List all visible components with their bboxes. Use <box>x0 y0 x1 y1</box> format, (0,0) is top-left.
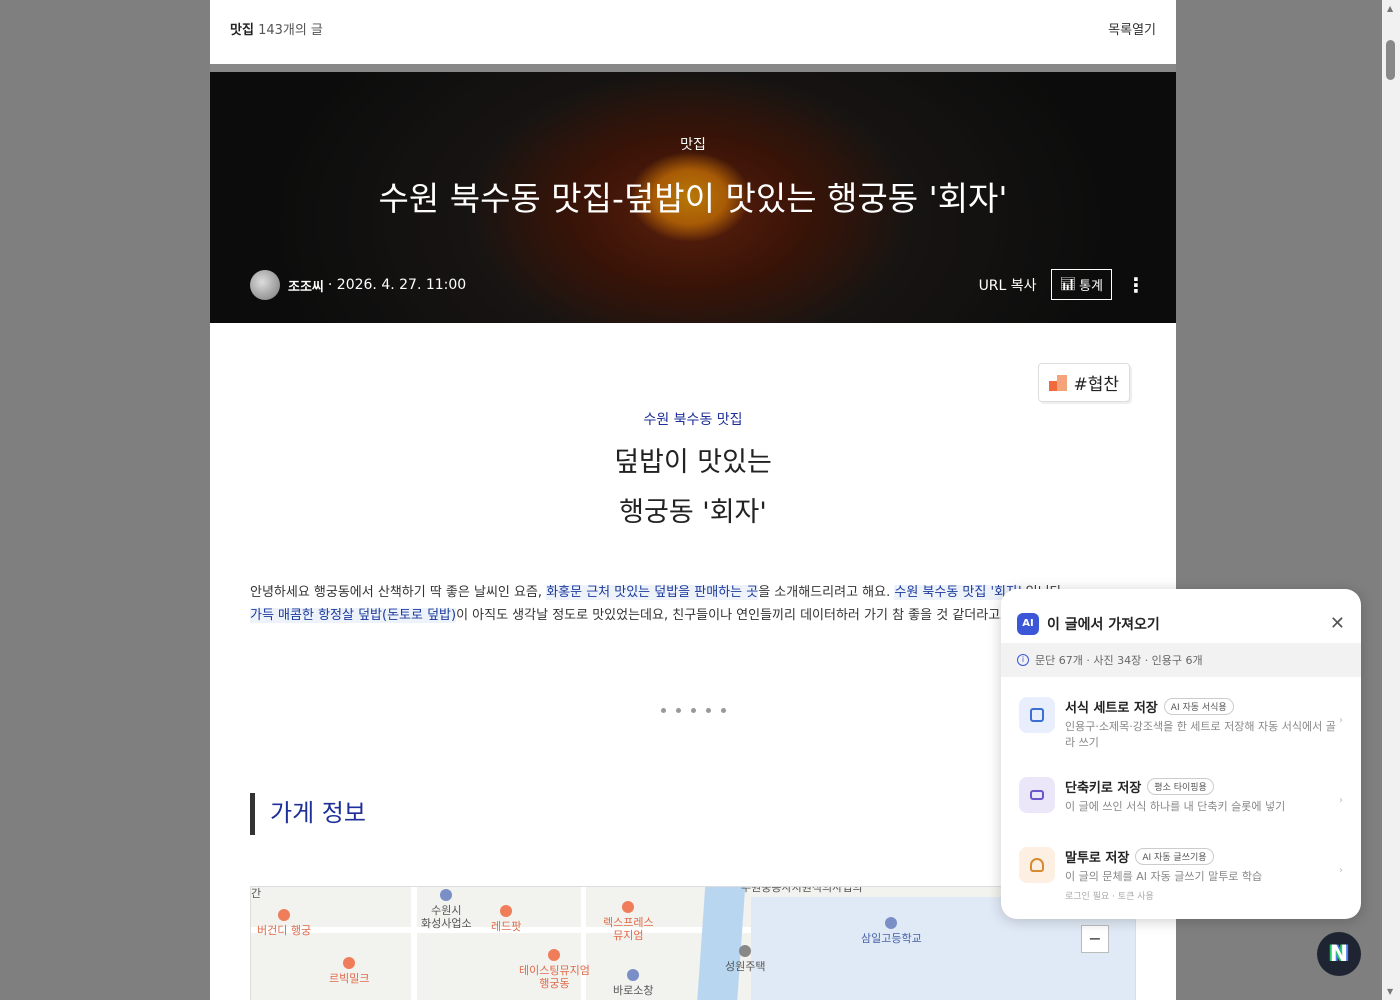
save-tone-option[interactable]: 말투로 저장 AI 자동 글쓰기용 이 글의 문체를 AI 자동 글쓰기 말투로… <box>1001 847 1361 919</box>
category-bar: 맛집 143개의 글 목록열기 <box>210 0 1176 72</box>
zoom-out-button[interactable]: − <box>1081 925 1109 953</box>
cafe-pin-icon <box>343 957 356 969</box>
map-poi-hwaseong[interactable]: 수원시 화성사업소 <box>421 889 472 930</box>
river <box>696 887 746 1000</box>
stats-label: 통계 <box>1079 279 1103 294</box>
avatar[interactable] <box>250 270 280 300</box>
ai-panel-info: i 문단 67개 · 사진 34장 · 인용구 6개 <box>1001 643 1361 677</box>
close-icon[interactable]: ✕ <box>1330 613 1345 634</box>
category-info[interactable]: 맛집 143개의 글 <box>230 19 323 38</box>
chevron-right-icon: › <box>1339 865 1343 876</box>
post-title: 수원 북수동 맛집-덮밥이 맛있는 행궁동 '회자' <box>378 179 1008 218</box>
save-shortcut-option[interactable]: 단축키로 저장 평소 타이핑용 이 글에 쓰인 서식 하나를 내 단축키 슬롯에… <box>1001 777 1361 847</box>
map-poi-express[interactable]: 렉스프레스 뮤지엄 <box>603 901 654 942</box>
naver-logo-icon: N <box>1329 941 1349 967</box>
chevron-right-icon: › <box>1339 715 1343 726</box>
author-name[interactable]: 조조씨 <box>288 276 324 295</box>
map-label-gan: 간 <box>251 887 262 900</box>
chevron-right-icon: › <box>1339 795 1343 806</box>
shop-pin-icon <box>627 969 640 981</box>
scroll-thumb[interactable] <box>1386 40 1395 80</box>
heading-line-2: 행궁동 '회자' <box>619 497 767 528</box>
option-tag: AI 자동 글쓰기용 <box>1135 848 1214 865</box>
document-icon <box>1019 697 1055 733</box>
url-copy-button[interactable]: URL 복사 <box>979 275 1037 295</box>
map-poi-burgundy[interactable]: 버건디 행궁 <box>257 909 311 937</box>
save-format-set-option[interactable]: 서식 세트로 저장 AI 자동 서식용 인용구·소제목·강조색을 한 세트로 저… <box>1001 697 1361 767</box>
speech-bubble-icon <box>1019 847 1055 883</box>
restaurant-pin-icon <box>278 909 291 921</box>
naver-floating-button[interactable]: N <box>1317 932 1361 976</box>
post-actions: URL 복사 📊︎ 통계 ⋮ <box>979 269 1146 300</box>
scroll-down-icon[interactable]: ▼ <box>1387 987 1393 996</box>
option-name: 말투로 저장 <box>1065 851 1130 866</box>
scroll-up-icon[interactable]: ▲ <box>1387 4 1393 13</box>
school-pin-icon <box>885 917 898 929</box>
heading-line-1: 덮밥이 맛있는 <box>614 447 772 478</box>
map-poi-redpot[interactable]: 레드팟 <box>491 905 521 933</box>
map-poi-seongwon[interactable]: 성원주택 <box>725 945 765 973</box>
sponsor-badge[interactable]: #협찬 <box>1038 363 1130 402</box>
intro-paragraph: 안녕하세요 행궁동에서 산책하기 딱 좋은 날씨인 요즘, 화홍문 근처 맛있는… <box>250 581 1066 627</box>
section-heading: 가게 정보 <box>250 793 366 835</box>
page-scrollbar[interactable]: ▲ ▼ <box>1382 0 1400 1000</box>
paragraph-line-1: 안녕하세요 행궁동에서 산책하기 딱 좋은 날씨인 요즘, 화홍문 근처 맛있는… <box>250 585 1066 600</box>
hero-category[interactable]: 맛집 <box>210 134 1176 154</box>
sponsor-label: #협찬 <box>1073 375 1119 395</box>
post-meta: 조조씨 · 2026. 4. 27. 11:00 <box>250 270 466 300</box>
post-heading: 덮밥이 맛있는 행궁동 '회자' <box>210 438 1176 538</box>
map-poi-samil[interactable]: 삼일고등학교 <box>861 917 922 945</box>
house-pin-icon <box>739 945 752 957</box>
restaurant-pin-icon <box>500 905 513 917</box>
post-date: · 2026. 4. 27. 11:00 <box>327 277 467 293</box>
cafe-pin-icon <box>622 901 635 913</box>
map-poi-tasting[interactable]: 테이스팅뮤지엄 행궁동 <box>519 949 590 990</box>
info-icon: i <box>1017 654 1029 666</box>
ai-info-text: 문단 67개 · 사진 34장 · 인용구 6개 <box>1035 654 1203 667</box>
ai-badge-icon: AI <box>1017 612 1039 635</box>
ai-panel-header: AI 이 글에서 가져오기 ✕ <box>1001 589 1361 641</box>
post-subtitle: 수원 북수동 맛집 <box>643 412 743 428</box>
hero-banner: 맛집 수원 북수동 맛집-덮밥이 맛있는 행궁동 '회자' 조조씨 · 2026… <box>210 72 1176 323</box>
more-menu-icon[interactable]: ⋮ <box>1126 275 1146 295</box>
map-poi-bebemilk[interactable]: 르빅밀크 <box>329 957 369 985</box>
map-poi-baro[interactable]: 바로소창 <box>613 969 653 997</box>
map-label-top: 수원중동사지원직의사업의 <box>741 886 863 894</box>
chart-icon: 📊︎ <box>1059 277 1077 292</box>
option-desc: 이 글에 쓰인 서식 하나를 내 단축키 슬롯에 넣기 <box>1065 800 1286 813</box>
sponsor-logo-icon <box>1049 374 1068 391</box>
keyboard-icon <box>1019 777 1055 813</box>
option-note: 로그인 필요 · 토큰 사용 <box>1065 892 1154 902</box>
option-name: 서식 세트로 저장 <box>1065 701 1158 716</box>
option-tag: 평소 타이핑용 <box>1147 778 1214 795</box>
option-desc: 이 글의 문체를 AI 자동 글쓰기 말투로 학습 <box>1065 870 1263 883</box>
post-count: 143개의 글 <box>258 22 323 38</box>
ai-panel-title: 이 글에서 가져오기 <box>1047 616 1160 633</box>
option-tag: AI 자동 서식용 <box>1163 698 1234 715</box>
office-pin-icon <box>440 889 453 901</box>
option-name: 단축키로 저장 <box>1065 781 1142 796</box>
ai-import-panel: AI 이 글에서 가져오기 ✕ i 문단 67개 · 사진 34장 · 인용구 … <box>1001 589 1361 919</box>
open-list-button[interactable]: 목록열기 <box>1108 19 1156 38</box>
stats-button[interactable]: 📊︎ 통계 <box>1050 269 1112 300</box>
category-name: 맛집 <box>230 22 254 38</box>
paragraph-line-2: 가득 매콤한 항정살 덮밥(돈토로 덮밥)이 아직도 생각날 정도로 맛있었는데… <box>250 608 1052 623</box>
restaurant-pin-icon <box>548 949 561 961</box>
option-desc: 인용구·소제목·강조색을 한 세트로 저장해 자동 서식에서 골라 쓰기 <box>1065 720 1336 749</box>
